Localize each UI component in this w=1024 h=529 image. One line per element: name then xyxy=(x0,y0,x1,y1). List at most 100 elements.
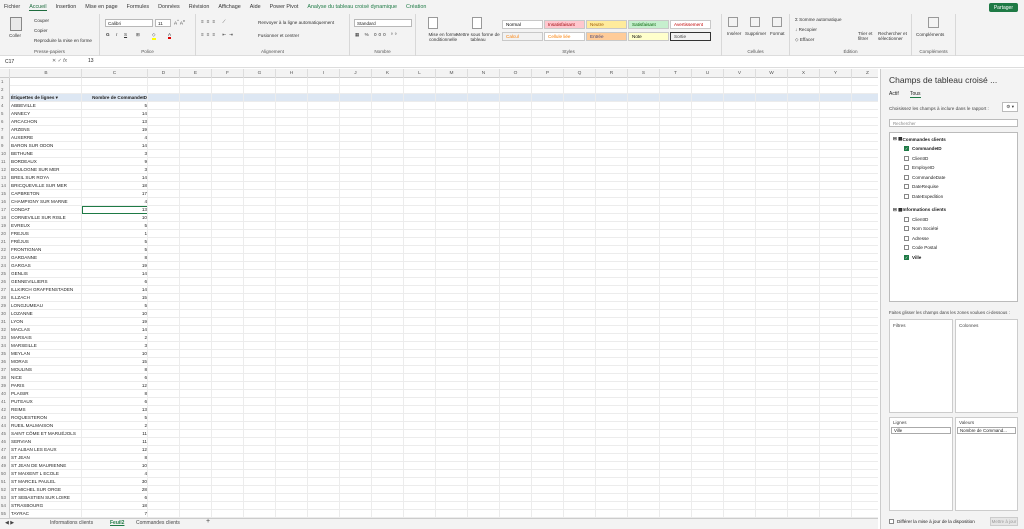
cell-label[interactable]: RUEIL MALMAISON xyxy=(11,422,81,430)
cell-label[interactable]: ST SEBASTIEN SUR LOIRE xyxy=(11,494,81,502)
table-row[interactable]: 37 MOULINS 8 xyxy=(0,366,878,374)
field-checkbox[interactable] xyxy=(904,245,909,251)
field-item[interactable]: ClientID xyxy=(904,216,928,222)
row-number[interactable]: 26 xyxy=(0,278,10,286)
addins-icon[interactable] xyxy=(928,17,939,28)
column-header[interactable]: I xyxy=(308,69,340,78)
cell-value[interactable]: 10 xyxy=(82,350,148,358)
column-header[interactable]: U xyxy=(692,69,724,78)
field-group[interactable]: ⊟ ▦ Commandes clients xyxy=(893,136,946,142)
row-number[interactable]: 51 xyxy=(0,478,10,486)
cell-style-8[interactable]: Note xyxy=(628,32,669,41)
table-row[interactable]: 43 ROQUESTERON 5 xyxy=(0,414,878,422)
cell-value[interactable]: 12 xyxy=(82,446,148,454)
cell-value[interactable]: 14 xyxy=(82,326,148,334)
cell-value[interactable]: 8 xyxy=(82,390,148,398)
font-grow-icon[interactable]: A^ Av xyxy=(174,19,185,26)
row-number[interactable]: 1 xyxy=(0,78,10,86)
table-row[interactable]: 18 CORNEVILLE SUR RISLE 10 xyxy=(0,214,878,222)
table-row[interactable]: 1 xyxy=(0,78,878,86)
table-row[interactable]: 55 TAYRAC 7 xyxy=(0,510,878,518)
field-item[interactable]: ClientID xyxy=(904,155,928,161)
value-field-pill[interactable]: Nombre de Command... xyxy=(957,427,1016,434)
cell-label[interactable]: ARZENS xyxy=(11,126,81,134)
field-checkbox[interactable] xyxy=(904,194,909,199)
cell-value[interactable]: 18 xyxy=(82,182,148,190)
table-row[interactable]: 5 ANNECY 14 xyxy=(0,110,878,118)
cell-value[interactable]: 14 xyxy=(82,142,148,150)
row-number[interactable]: 30 xyxy=(0,310,10,318)
currency-percent-icon[interactable]: ▦ % 000 ⁰⁰ xyxy=(355,32,399,38)
cell-value[interactable]: 13 xyxy=(82,406,148,414)
fx-icon[interactable]: ✕ ✓ fx xyxy=(52,58,67,64)
column-header[interactable]: B xyxy=(11,69,82,78)
table-row[interactable]: 15 CAPBRETON 17 xyxy=(0,190,878,198)
table-row[interactable]: 2 xyxy=(0,86,878,94)
cell-label[interactable]: CORNEVILLE SUR RISLE xyxy=(11,214,81,222)
cell-value[interactable]: 6 xyxy=(82,398,148,406)
cell-label[interactable]: CONDAT xyxy=(11,206,81,214)
row-number[interactable]: 12 xyxy=(0,166,10,174)
row-number[interactable]: 7 xyxy=(0,126,10,134)
name-box[interactable]: C17 xyxy=(2,58,46,66)
cell-style-1[interactable]: Insatisfaisant xyxy=(544,20,585,29)
insert-button[interactable]: Insérer xyxy=(727,31,741,36)
cell-value[interactable]: 3 xyxy=(82,150,148,158)
column-header[interactable]: T xyxy=(660,69,692,78)
table-row[interactable]: 10 BETHUNE 3 xyxy=(0,150,878,158)
table-row[interactable]: 7 ARZENS 19 xyxy=(0,126,878,134)
table-row[interactable]: 50 ST MAIXENT L ECOLE 4 xyxy=(0,470,878,478)
ribbon-tab[interactable]: Fichier xyxy=(4,4,20,10)
cell-value[interactable]: 6 xyxy=(82,494,148,502)
cell-value[interactable]: 7 xyxy=(82,510,148,518)
column-header[interactable]: D xyxy=(148,69,180,78)
row-number[interactable]: 44 xyxy=(0,422,10,430)
cell-value[interactable]: 6 xyxy=(82,278,148,286)
cell-label[interactable]: TAYRAC xyxy=(11,510,81,518)
field-search-input[interactable]: Rechercher xyxy=(889,119,1018,127)
update-button[interactable]: Mettre à jour xyxy=(990,517,1018,526)
cell-value[interactable]: 19 xyxy=(82,262,148,270)
row-number[interactable]: 25 xyxy=(0,270,10,278)
row-number[interactable]: 33 xyxy=(0,334,10,342)
table-row[interactable]: 14 BRICQUEVILLE SUR MER 18 xyxy=(0,182,878,190)
table-row[interactable]: 44 RUEIL MALMAISON 2 xyxy=(0,422,878,430)
fill-button[interactable]: ↓ Recopier xyxy=(795,27,817,32)
cell-label[interactable]: PARIS xyxy=(11,382,81,390)
field-checkbox[interactable] xyxy=(904,184,909,190)
ribbon-tab[interactable]: Données xyxy=(158,4,180,10)
field-checkbox[interactable]: ✓ xyxy=(904,146,909,151)
cell-label[interactable]: LOZANNE xyxy=(11,310,81,318)
spreadsheet-grid[interactable]: BCDEFGHIJKLMNOPQRSTUVWXYZ 1 2 3 Étiquettes … xyxy=(0,69,878,518)
format-button[interactable]: Format xyxy=(770,31,785,36)
cell-label[interactable]: PUTEAUX xyxy=(11,398,81,406)
row-number[interactable]: 54 xyxy=(0,502,10,510)
format-painter-button[interactable]: Reproduire la mise en forme xyxy=(34,38,92,43)
cell-value[interactable]: 3 xyxy=(82,342,148,350)
find-select-button[interactable]: Rechercher et sélectionner xyxy=(878,31,910,41)
add-sheet-icon[interactable]: + xyxy=(206,518,210,525)
field-item[interactable]: Nom Société xyxy=(904,226,938,232)
field-item[interactable]: EmployeID xyxy=(904,165,934,171)
cell-value[interactable]: 11 xyxy=(82,438,148,446)
field-checkbox[interactable] xyxy=(904,226,909,232)
delete-icon[interactable] xyxy=(750,17,760,27)
underline-icon[interactable]: S xyxy=(124,32,127,37)
column-header[interactable]: S xyxy=(628,69,660,78)
table-row[interactable]: 52 ST MICHEL SUR ORGE 28 xyxy=(0,486,878,494)
row-number[interactable]: 3 xyxy=(0,94,10,102)
font-color-icon[interactable]: A xyxy=(168,32,172,39)
sheet-nav-icon[interactable]: ◀ ▶ xyxy=(5,520,14,526)
defer-update-checkbox[interactable]: Différer la mise à jour de la dispositio… xyxy=(889,519,975,524)
row-number[interactable]: 32 xyxy=(0,326,10,334)
row-number[interactable]: 10 xyxy=(0,150,10,158)
paste-icon[interactable] xyxy=(10,17,22,31)
row-number[interactable]: 34 xyxy=(0,342,10,350)
ribbon-tab[interactable]: Révision xyxy=(189,4,210,10)
row-number[interactable]: 52 xyxy=(0,486,10,494)
paste-label[interactable]: Coller xyxy=(9,33,21,38)
cell-label[interactable]: STRASBOURG xyxy=(11,502,81,510)
merge-center-button[interactable]: Fusionner et centrer xyxy=(258,33,299,38)
row-number[interactable]: 28 xyxy=(0,294,10,302)
addins-button[interactable]: Compléments xyxy=(916,32,944,37)
